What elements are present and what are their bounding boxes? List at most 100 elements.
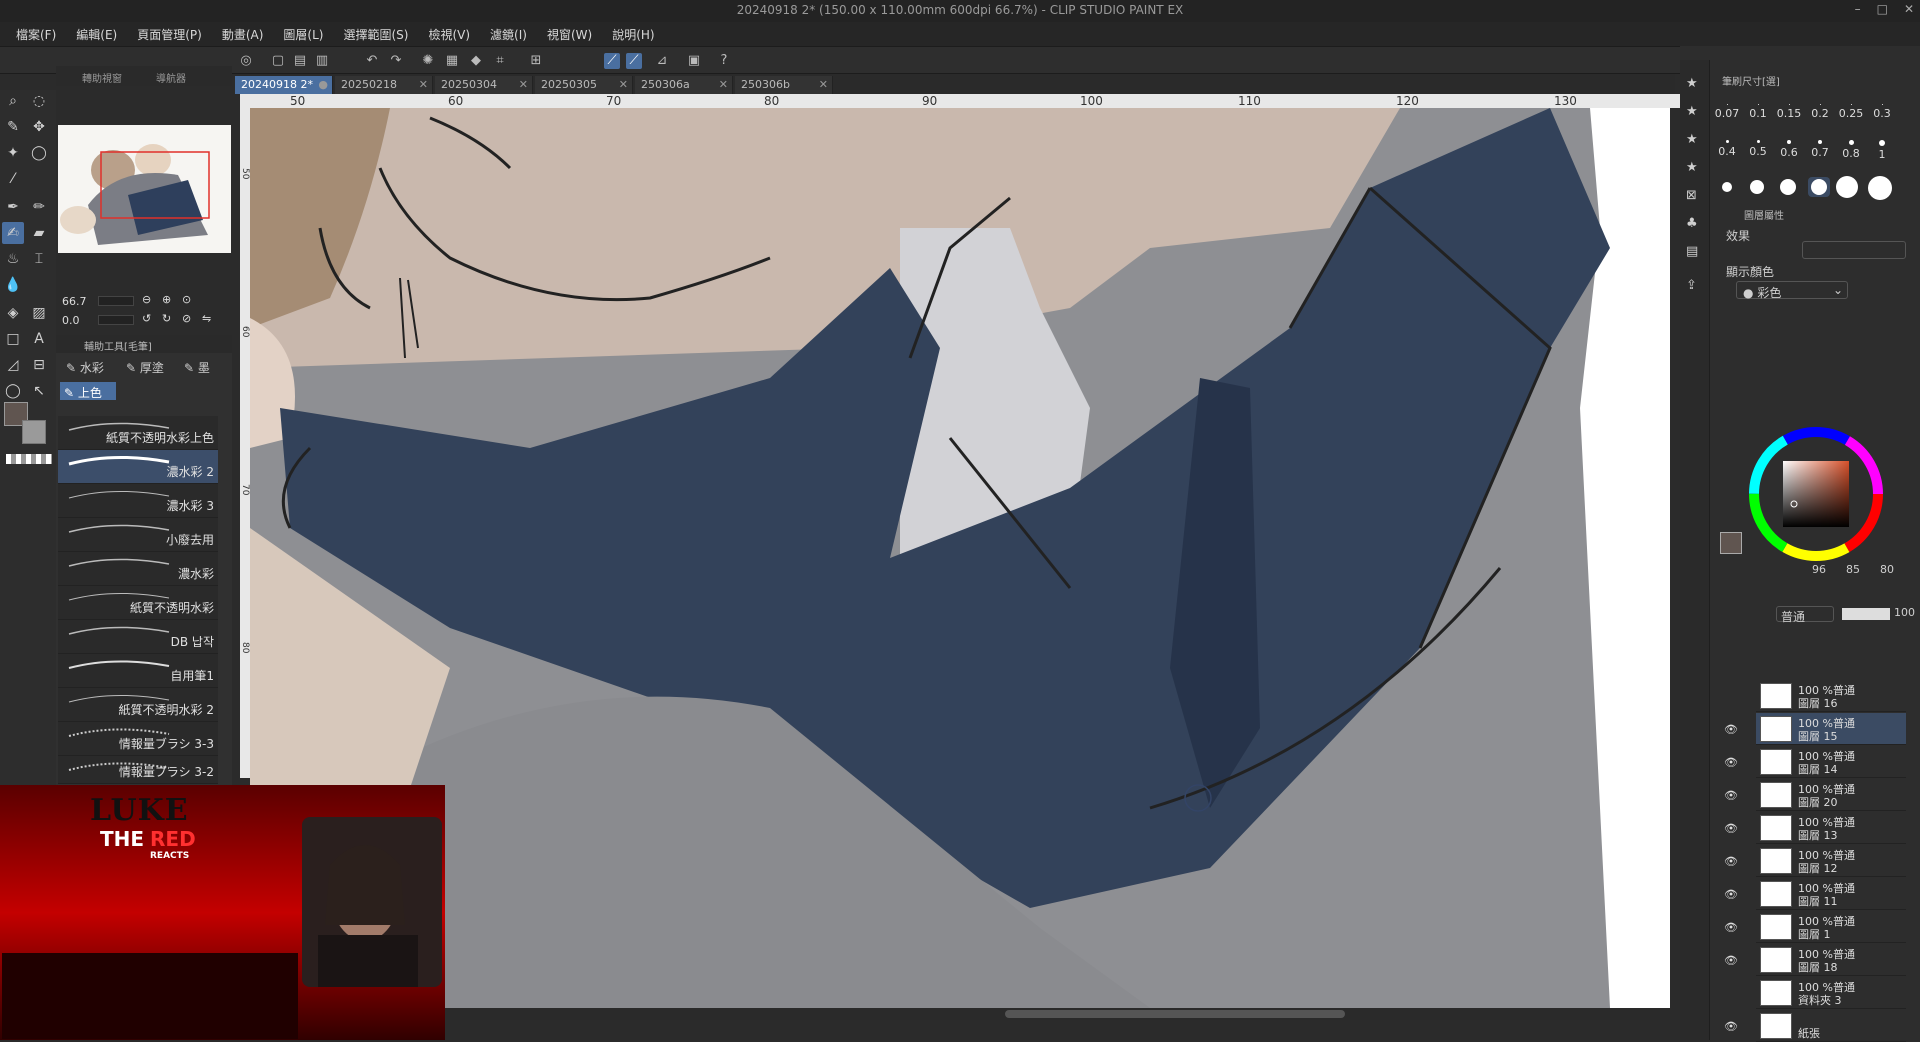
canvas-tab[interactable]: 20240918 2* ● <box>235 76 333 94</box>
layer-row[interactable]: 100 %普通 圖層 14 <box>1756 746 1906 778</box>
rotate-right-icon[interactable]: ↻ <box>162 312 171 325</box>
maximize-button[interactable]: □ <box>1877 2 1888 16</box>
minimize-button[interactable]: – <box>1855 2 1861 16</box>
brush-size-option[interactable]: 0.8 <box>1836 140 1866 160</box>
blend-icon[interactable]: 💧 <box>2 274 24 296</box>
menu-animation[interactable]: 動畫(A) <box>212 26 274 43</box>
auto-action-icon[interactable]: ⇪ <box>1686 278 1697 293</box>
flip-icon[interactable]: ⇋ <box>202 312 211 325</box>
new-file-icon[interactable]: ▢ <box>270 53 286 69</box>
brush-size-option[interactable]: 0.07 <box>1712 104 1742 120</box>
eye-icon[interactable] <box>1724 690 1738 704</box>
opacity-slider[interactable] <box>1842 608 1890 620</box>
canvas-tab[interactable]: 20250305 ✕ <box>535 76 633 94</box>
brush-size-dot[interactable] <box>1868 176 1892 200</box>
layer-row[interactable]: 100 %普通 資料夾 3 <box>1756 977 1906 1009</box>
effect-buttons[interactable] <box>1802 241 1906 259</box>
menu-page[interactable]: 頁面管理(P) <box>127 26 212 43</box>
brush-size-option[interactable]: 1 <box>1867 140 1897 161</box>
brush-size-option[interactable]: 0.15 <box>1774 104 1804 120</box>
brush-item[interactable]: 濃水彩 <box>58 552 218 586</box>
gradient-icon[interactable]: ▨ <box>28 302 50 324</box>
menu-select[interactable]: 選擇範圍(S) <box>333 26 418 43</box>
eye-icon[interactable]: 👁 <box>1724 954 1738 968</box>
canvas-tab[interactable]: 250306a ✕ <box>635 76 733 94</box>
display-color-select[interactable]: ● 彩色 ⌄ <box>1736 281 1848 300</box>
layer-row[interactable]: 100 %普通 圖層 1 <box>1756 911 1906 943</box>
frame-icon[interactable]: ◿ <box>2 354 24 376</box>
help-icon[interactable]: ? <box>716 53 732 69</box>
undo-icon[interactable]: ↶ <box>364 53 380 69</box>
select-all-icon[interactable]: ▦ <box>444 53 460 69</box>
airbrush-icon[interactable]: ♨ <box>2 248 24 270</box>
canvas-tab[interactable]: 250306b ✕ <box>735 76 833 94</box>
history-icon[interactable]: ▤ <box>1686 244 1698 259</box>
material-icon[interactable]: ♣ <box>1686 216 1698 231</box>
move-icon[interactable]: ✥ <box>28 116 50 138</box>
sub-color-swatch[interactable] <box>22 420 46 444</box>
menu-help[interactable]: 說明(H) <box>602 26 664 43</box>
brush-icon[interactable]: ✍ <box>2 222 24 244</box>
eye-icon[interactable]: 👁 <box>1724 921 1738 935</box>
close-tab-icon[interactable]: ✕ <box>819 78 828 91</box>
brush-item[interactable]: 自用筆1 <box>58 654 218 688</box>
brush-size-dot-selected[interactable] <box>1808 177 1830 197</box>
layer-row[interactable]: 紙張 <box>1756 1010 1906 1042</box>
pen-pressure-icon[interactable]: ▣ <box>686 53 702 69</box>
brush-size-option[interactable]: 0.5 <box>1743 140 1773 158</box>
rotation-value[interactable]: 0.0 <box>62 314 80 327</box>
clip-studio-icon[interactable]: ◎ <box>238 53 254 69</box>
special-ruler-snap-icon[interactable]: ⟋ <box>626 53 642 69</box>
brush-item[interactable]: 濃水彩 3 <box>58 484 218 518</box>
fill-icon[interactable]: ◆ <box>468 53 484 69</box>
brush-item[interactable]: 情報量ブラシ 3-2 <box>58 756 218 784</box>
brush-size-dot[interactable] <box>1836 176 1858 198</box>
snap-icon[interactable]: ⊞ <box>528 53 544 69</box>
layer-row[interactable]: 100 %普通 圖層 13 <box>1756 812 1906 844</box>
magic-wand-icon[interactable]: ✦ <box>2 142 24 164</box>
grid-snap-icon[interactable]: ⊿ <box>654 53 670 69</box>
layer-row[interactable]: 100 %普通 圖層 18 <box>1756 944 1906 976</box>
navigator-thumbnail[interactable] <box>58 125 231 253</box>
canvas-tab[interactable]: 20250304 ✕ <box>435 76 533 94</box>
text-icon[interactable]: A <box>28 328 50 350</box>
layer-row[interactable]: 100 %普通 圖層 15 <box>1756 713 1906 745</box>
save-icon[interactable]: ▥ <box>314 53 330 69</box>
reset-rotation-icon[interactable]: ⊘ <box>182 312 191 325</box>
menu-layer[interactable]: 圖層(L) <box>273 26 333 43</box>
eye-icon[interactable]: 👁 <box>1724 756 1738 770</box>
star-icon[interactable]: ★ <box>1686 132 1698 147</box>
close-tab-icon[interactable]: ✕ <box>519 78 528 91</box>
group-coloring[interactable]: ✎ 上色 <box>60 382 116 400</box>
zoom-out-icon[interactable]: ⊖ <box>142 293 151 306</box>
fit-icon[interactable]: ⊙ <box>182 293 191 306</box>
menu-edit[interactable]: 編輯(E) <box>66 26 127 43</box>
close-tab-icon[interactable]: ✕ <box>619 78 628 91</box>
brush-size-option[interactable]: 0.4 <box>1712 140 1742 158</box>
canvas-scrollbar[interactable] <box>445 1008 1670 1020</box>
menu-window[interactable]: 視窗(W) <box>537 26 602 43</box>
brush-size-option[interactable]: 0.3 <box>1867 104 1897 120</box>
close-button[interactable]: ✕ <box>1904 2 1914 16</box>
eyedropper-icon[interactable]: ⁄ <box>2 168 24 190</box>
brush-size-option[interactable]: 0.6 <box>1774 140 1804 159</box>
ruler-icon[interactable]: ⊟ <box>28 354 50 376</box>
group-ink[interactable]: ✎ 墨 <box>184 359 210 376</box>
group-thick[interactable]: ✎ 厚塗 <box>126 359 164 376</box>
star-icon[interactable]: ★ <box>1686 76 1698 91</box>
figure-icon[interactable]: □ <box>2 328 24 350</box>
layer-row[interactable]: 100 %普通 圖層 12 <box>1756 845 1906 877</box>
color-main-swatch[interactable] <box>1720 532 1742 554</box>
layer-row[interactable]: 100 %普通 圖層 11 <box>1756 878 1906 910</box>
open-file-icon[interactable]: ▤ <box>292 53 308 69</box>
redo-icon[interactable]: ↷ <box>388 53 404 69</box>
zoom-slider[interactable] <box>98 296 134 306</box>
close-tab-icon[interactable]: ✕ <box>719 78 728 91</box>
layer-search-icon[interactable]: ⊠ <box>1686 188 1697 203</box>
brush-item[interactable]: 情報量ブラシ 3-3 <box>58 722 218 756</box>
balloon-icon[interactable]: ◯ <box>2 380 24 402</box>
eye-icon[interactable]: 👁 <box>1724 888 1738 902</box>
eraser-icon[interactable]: ▰ <box>28 222 50 244</box>
tab-navigator[interactable]: 導航器 <box>156 70 186 85</box>
transparent-color-swatch[interactable] <box>6 454 52 464</box>
